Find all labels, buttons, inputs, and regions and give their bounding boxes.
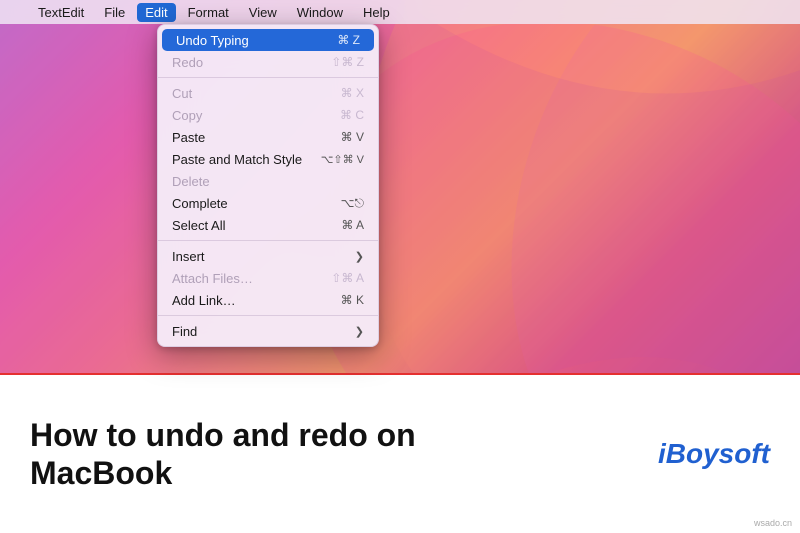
menubar: TextEdit File Edit Format View Window He… <box>0 0 800 24</box>
banner-title: How to undo and redo on MacBook <box>30 416 550 493</box>
menubar-help[interactable]: Help <box>355 3 398 22</box>
menu-item-shortcut: ⇧⌘ A <box>331 271 364 285</box>
menu-item-paste-match-style[interactable]: Paste and Match Style ⌥⇧⌘ V <box>158 148 378 170</box>
menu-item-shortcut: ⌘ A <box>341 218 364 232</box>
menu-item-label: Select All <box>172 218 225 233</box>
menu-item-label: Insert <box>172 249 205 264</box>
apple-menu[interactable] <box>10 10 26 14</box>
menu-separator-2 <box>158 240 378 241</box>
menu-item-shortcut: ⌘ C <box>340 108 364 122</box>
menu-item-cut: Cut ⌘ X <box>158 82 378 104</box>
menu-item-paste[interactable]: Paste ⌘ V <box>158 126 378 148</box>
menu-separator-1 <box>158 77 378 78</box>
brand-name: iBoysoft <box>658 438 770 470</box>
edit-dropdown-menu: Undo Typing ⌘ Z Redo ⇧⌘ Z Cut ⌘ X Copy ⌘… <box>157 24 379 347</box>
menubar-file[interactable]: File <box>96 3 133 22</box>
menubar-format[interactable]: Format <box>180 3 237 22</box>
menu-item-shortcut: ⌘ X <box>341 86 364 100</box>
menubar-view[interactable]: View <box>241 3 285 22</box>
menubar-edit[interactable]: Edit <box>137 3 175 22</box>
menubar-textedit[interactable]: TextEdit <box>30 3 92 22</box>
menu-item-label: Paste and Match Style <box>172 152 302 167</box>
menu-item-shortcut: ⌘ Z <box>337 33 360 47</box>
menu-item-shortcut: ⌥⎋ <box>341 196 364 211</box>
menu-item-shortcut: ⌘ V <box>341 130 364 144</box>
menu-item-complete[interactable]: Complete ⌥⎋ <box>158 192 378 214</box>
bottom-banner: How to undo and redo on MacBook iBoysoft <box>0 373 800 533</box>
menu-item-redo: Redo ⇧⌘ Z <box>158 51 378 73</box>
brand-logo: iBoysoft <box>658 438 770 470</box>
submenu-arrow-icon: ❯ <box>355 250 364 263</box>
menu-item-copy: Copy ⌘ C <box>158 104 378 126</box>
menu-item-attach-files: Attach Files… ⇧⌘ A <box>158 267 378 289</box>
menu-item-select-all[interactable]: Select All ⌘ A <box>158 214 378 236</box>
menu-item-insert[interactable]: Insert ❯ <box>158 245 378 267</box>
menu-item-shortcut: ⌘ K <box>341 293 364 307</box>
menu-item-shortcut: ⇧⌘ Z <box>331 55 364 69</box>
menu-item-label: Cut <box>172 86 192 101</box>
menu-item-label: Complete <box>172 196 228 211</box>
menu-item-label: Copy <box>172 108 202 123</box>
menu-item-delete: Delete <box>158 170 378 192</box>
menu-item-label: Paste <box>172 130 205 145</box>
menu-separator-3 <box>158 315 378 316</box>
menu-item-label: Attach Files… <box>172 271 253 286</box>
menu-item-label: Redo <box>172 55 203 70</box>
menu-item-undo-typing[interactable]: Undo Typing ⌘ Z <box>162 29 374 51</box>
menu-item-label: Undo Typing <box>176 33 249 48</box>
menu-item-label: Delete <box>172 174 210 189</box>
menu-item-add-link[interactable]: Add Link… ⌘ K <box>158 289 378 311</box>
menubar-window[interactable]: Window <box>289 3 351 22</box>
submenu-arrow-icon-find: ❯ <box>355 325 364 338</box>
menu-item-label: Add Link… <box>172 293 236 308</box>
menu-item-label: Find <box>172 324 197 339</box>
menu-item-find[interactable]: Find ❯ <box>158 320 378 342</box>
menu-item-shortcut: ⌥⇧⌘ V <box>321 153 364 166</box>
watermark: wsado.cn <box>754 518 792 528</box>
